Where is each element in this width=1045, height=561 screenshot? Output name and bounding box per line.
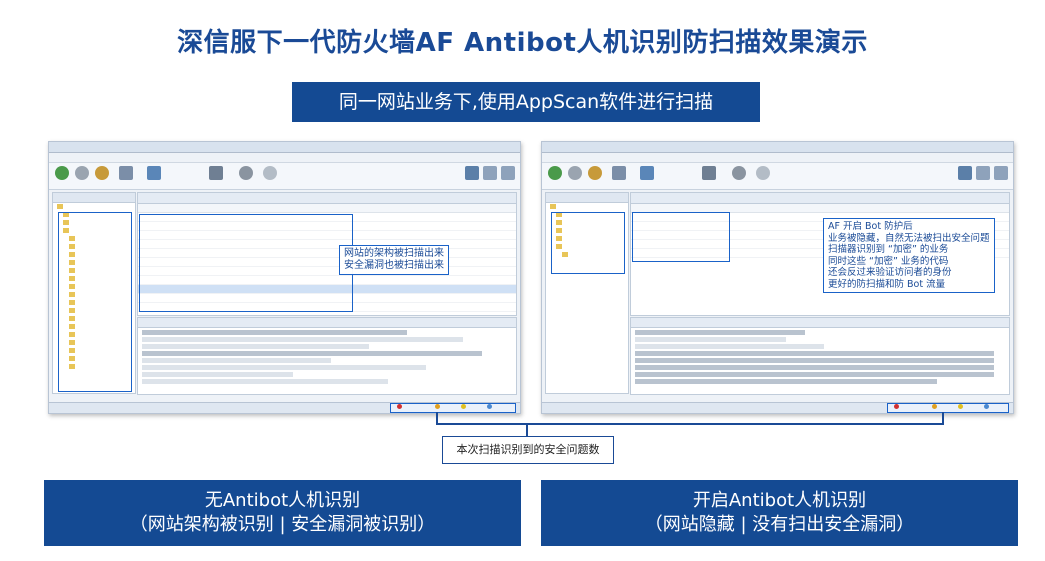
bracket-right-vertical <box>942 412 944 424</box>
scan-log-icon <box>209 166 223 180</box>
window-titlebar <box>542 142 1013 153</box>
powertools-icon <box>732 166 746 180</box>
appscan-screenshot-left: 网站的架构被扫描出来 安全漏洞也被扫描出来 <box>48 141 521 414</box>
report-icon <box>119 166 133 180</box>
issue-count-note: 本次扫描识别到的安全问题数 <box>442 436 614 464</box>
scan-log-icon <box>702 166 716 180</box>
tree-tab <box>53 193 135 203</box>
request-detail-panel <box>137 317 517 395</box>
request-detail-panel <box>630 317 1010 395</box>
bottom-right-caption: （网站隐藏 | 没有扫出安全漏洞） <box>644 514 915 535</box>
pause-icon <box>75 166 89 180</box>
bottom-left-title: 无Antibot人机识别 <box>204 490 361 511</box>
bracket-horizontal <box>436 423 944 425</box>
detail-tabs <box>631 318 1009 328</box>
callout-line: 扫描器识别到 “加密” 的业务 <box>828 244 949 255</box>
callout-line: AF 开启 Bot 防护后 <box>828 221 913 232</box>
bottom-left-caption: （网站架构被识别 | 安全漏洞被识别） <box>129 514 436 535</box>
view-tasks-icon <box>976 166 990 180</box>
view-data-icon <box>501 166 515 180</box>
subtitle-banner: 同一网站业务下,使用AppScan软件进行扫描 <box>292 82 760 122</box>
bracket-stem <box>526 423 528 436</box>
appscan-connect-icon <box>640 166 654 180</box>
right-callout: AF 开启 Bot 防护后 业务被隐藏，自然无法被扫出安全问题 扫描器识别到 “… <box>823 218 995 293</box>
bottom-right-banner: 开启Antibot人机识别 （网站隐藏 | 没有扫出安全漏洞） <box>541 480 1018 546</box>
callout-line: 还会反过来验证访问者的身份 <box>828 267 952 278</box>
result-tabs <box>631 193 1009 204</box>
bottom-left-banner: 无Antibot人机识别 （网站架构被识别 | 安全漏洞被识别） <box>44 480 521 546</box>
toolbar <box>49 163 520 190</box>
appscan-connect-icon <box>147 166 161 180</box>
menu-bar <box>542 153 1013 163</box>
report-icon <box>612 166 626 180</box>
callout-line: 同时这些 “加密” 业务的代码 <box>828 255 949 267</box>
url-highlight-frame <box>632 212 730 262</box>
start-scan-icon <box>548 166 562 180</box>
result-tabs <box>138 193 516 204</box>
issue-count-box <box>390 403 516 413</box>
search-icon <box>263 166 277 180</box>
window-titlebar <box>49 142 520 153</box>
callout-line: 网站的架构被扫描出来 <box>344 248 444 259</box>
issue-count-box <box>887 403 1009 413</box>
tree-highlight-frame <box>58 212 132 392</box>
appscan-screenshot-right: AF 开启 Bot 防护后 业务被隐藏，自然无法被扫出安全问题 扫描器识别到 “… <box>541 141 1014 414</box>
callout-line: 业务被隐藏，自然无法被扫出安全问题 <box>828 232 990 244</box>
start-scan-icon <box>55 166 69 180</box>
callout-line: 更好的防扫描和防 Bot 流量 <box>828 278 946 290</box>
tree-root <box>53 203 135 211</box>
powertools-icon <box>239 166 253 180</box>
view-issues-icon <box>465 166 479 180</box>
left-callout: 网站的架构被扫描出来 安全漏洞也被扫描出来 <box>339 245 449 275</box>
tree-tab <box>546 193 628 203</box>
url-highlight-frame <box>139 214 353 312</box>
pause-icon <box>568 166 582 180</box>
bottom-right-title: 开启Antibot人机识别 <box>692 490 867 511</box>
view-issues-icon <box>958 166 972 180</box>
manual-explore-icon <box>588 166 602 180</box>
toolbar <box>542 163 1013 190</box>
url-list-header <box>138 204 516 213</box>
detail-tabs <box>138 318 516 328</box>
page-title: 深信服下一代防火墙AF Antibot人机识别防扫描效果演示 <box>177 28 868 58</box>
callout-line: 安全漏洞也被扫描出来 <box>344 260 444 271</box>
menu-bar <box>49 153 520 163</box>
view-data-icon <box>994 166 1008 180</box>
search-icon <box>756 166 770 180</box>
tree-root <box>546 203 628 211</box>
manual-explore-icon <box>95 166 109 180</box>
tree-highlight-frame <box>551 212 625 274</box>
view-tasks-icon <box>483 166 497 180</box>
